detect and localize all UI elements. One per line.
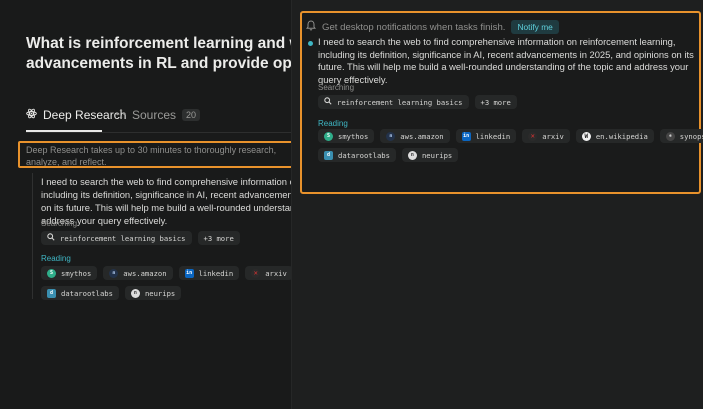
arxiv-icon: ✕ xyxy=(251,268,261,278)
source-chip-arxiv[interactable]: ✕ arxiv xyxy=(522,129,570,143)
search-query-text: reinforcement learning basics xyxy=(60,233,186,243)
search-query-chip[interactable]: reinforcement learning basics xyxy=(318,95,469,109)
smythos-icon: S xyxy=(47,268,56,278)
source-name: neurips xyxy=(144,288,176,298)
sources-count-badge: 20 xyxy=(182,109,201,121)
deep-research-notice: Deep Research takes up to 30 minutes to … xyxy=(18,141,291,168)
research-thread: What is reinforcement learning and why i… xyxy=(0,0,291,409)
tab-sources[interactable]: Sources 20 xyxy=(116,108,201,122)
source-chip-smythos[interactable]: Ssmythos xyxy=(41,266,98,280)
datarootlabs-icon: d xyxy=(47,288,56,298)
search-queries: reinforcement learning basics +3 more xyxy=(318,95,517,109)
source-chip-datarootlabs[interactable]: d datarootlabs xyxy=(318,148,396,162)
neurips-icon: n xyxy=(407,150,417,160)
reading-sources-row-2: d datarootlabs n neurips xyxy=(41,286,182,300)
notify-me-button[interactable]: Notify me xyxy=(511,20,559,34)
synopsys-icon: ✱ xyxy=(665,131,675,141)
more-queries-chip[interactable]: +3 more xyxy=(197,231,240,245)
source-name: datarootlabs xyxy=(61,288,113,298)
tab-deep-research[interactable]: Deep Research xyxy=(26,108,126,122)
source-name: linkedin xyxy=(198,268,234,278)
source-chip-wikipedia[interactable]: Wen.wikipedia xyxy=(575,129,654,143)
linkedin-icon: in xyxy=(184,268,194,278)
source-name: neurips xyxy=(421,150,453,160)
source-chip-smythos[interactable]: Ssmythos xyxy=(318,129,375,143)
research-step: I need to search the web to find compreh… xyxy=(32,173,291,300)
source-chip-aws[interactable]: a aws.amazon xyxy=(380,129,450,143)
tab-bar: Deep Research Sources 20 xyxy=(26,108,291,130)
datarootlabs-icon: d xyxy=(324,150,333,160)
step-text: I need to search the web to find compreh… xyxy=(41,176,291,226)
aws-icon: a xyxy=(386,131,396,141)
source-name: arxiv xyxy=(265,268,287,278)
source-name: smythos xyxy=(338,131,369,141)
aws-icon: a xyxy=(109,268,119,278)
search-icon xyxy=(324,97,332,107)
source-name: aws.amazon xyxy=(400,131,444,141)
linkedin-icon: in xyxy=(461,131,471,141)
source-name: aws.amazon xyxy=(123,268,167,278)
source-chip-neurips[interactable]: n neurips xyxy=(401,148,459,162)
reading-sources-row-2: d datarootlabs n neurips xyxy=(318,148,459,162)
reading-label: Reading xyxy=(318,119,348,128)
source-chip-aws[interactable]: a aws.amazon xyxy=(103,266,173,280)
tab-deep-research-label: Deep Research xyxy=(43,108,127,122)
source-name: smythos xyxy=(61,268,92,278)
search-icon xyxy=(47,233,55,243)
search-queries: reinforcement learning basics +3 more xyxy=(41,231,240,245)
notification-banner: Get desktop notifications when tasks fin… xyxy=(305,18,559,36)
source-chip-neurips[interactable]: n neurips xyxy=(124,286,182,300)
source-chip-datarootlabs[interactable]: d datarootlabs xyxy=(41,286,119,300)
source-chip-linkedin[interactable]: in linkedin xyxy=(455,129,517,143)
smythos-icon: S xyxy=(324,131,333,141)
source-name: datarootlabs xyxy=(338,150,390,160)
reading-sources-row-1: Ssmythos a aws.amazon in linkedin ✕ arxiv W… xyxy=(318,129,703,143)
reading-sources-row-1: Ssmythos aaws.amazon inlinkedin ✕arxiv W… xyxy=(41,266,291,280)
sources-icon xyxy=(116,108,126,122)
atom-icon xyxy=(26,108,37,122)
source-name: arxiv xyxy=(542,131,564,141)
step-text: I need to search the web to find compreh… xyxy=(318,36,694,85)
notification-text: Get desktop notifications when tasks fin… xyxy=(322,21,506,33)
neurips-icon: n xyxy=(130,288,140,298)
tab-sources-label: Sources xyxy=(132,108,177,122)
more-queries-chip[interactable]: +3 more xyxy=(474,95,517,109)
searching-label: Searching xyxy=(41,219,78,228)
reading-label: Reading xyxy=(41,254,71,263)
tab-divider xyxy=(26,132,291,133)
page-title: What is reinforcement learning and why i… xyxy=(26,35,291,72)
arxiv-icon: ✕ xyxy=(528,131,538,141)
source-chip-arxiv[interactable]: ✕ arxiv xyxy=(245,266,291,280)
source-chip-synopsys[interactable]: ✱ synopsys xyxy=(659,129,703,143)
step-status-dot xyxy=(308,41,313,46)
search-query-chip[interactable]: reinforcement learning basics xyxy=(41,231,192,245)
source-chip-linkedin[interactable]: in linkedin xyxy=(178,266,240,280)
source-name: en.wikipedia xyxy=(595,131,648,141)
research-step-popup: Get desktop notifications when tasks fin… xyxy=(300,11,703,194)
search-query-text: reinforcement learning basics xyxy=(337,97,463,107)
bell-icon xyxy=(305,18,317,36)
source-name: linkedin xyxy=(475,131,511,141)
searching-label: Searching xyxy=(318,83,355,92)
source-name: synopsys xyxy=(679,131,703,141)
wikipedia-icon: W xyxy=(581,131,591,141)
